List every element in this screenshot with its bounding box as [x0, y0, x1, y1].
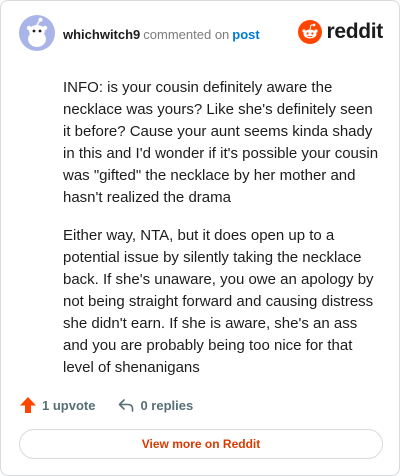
reddit-logo[interactable]: reddit: [298, 19, 383, 45]
username-link[interactable]: whichwitch9: [63, 27, 140, 42]
reply-button[interactable]: 0 replies: [117, 396, 193, 414]
reply-arrow-icon: [119, 399, 134, 412]
upvote-count: 1 upvote: [42, 397, 96, 413]
reply-count: 0 replies: [140, 397, 194, 413]
view-more-button[interactable]: View more on Reddit: [19, 429, 383, 459]
comment-meta: whichwitch9 commented on post: [63, 27, 260, 43]
avatar-snoo-icon: [19, 15, 55, 51]
upvote-arrow-icon: [20, 397, 36, 413]
avatar[interactable]: [19, 15, 55, 51]
action-text: commented on: [143, 27, 230, 42]
post-link[interactable]: post: [232, 27, 259, 42]
comment-body: INFO: is your cousin definitely aware th…: [63, 77, 379, 395]
comment-paragraph: INFO: is your cousin definitely aware th…: [63, 79, 379, 206]
upvote-button[interactable]: 1 upvote: [19, 396, 95, 414]
comment-paragraph: Either way, NTA, but it does open up to …: [63, 227, 374, 376]
comment-header: whichwitch9 commented on post reddit: [19, 15, 383, 51]
logo-wordmark: reddit: [326, 20, 383, 43]
reddit-logo-icon: [298, 20, 323, 44]
comment-embed-card: whichwitch9 commented on post reddit INFO:…: [0, 0, 400, 476]
comment-actions: 1 upvote 0 replies: [19, 395, 193, 415]
